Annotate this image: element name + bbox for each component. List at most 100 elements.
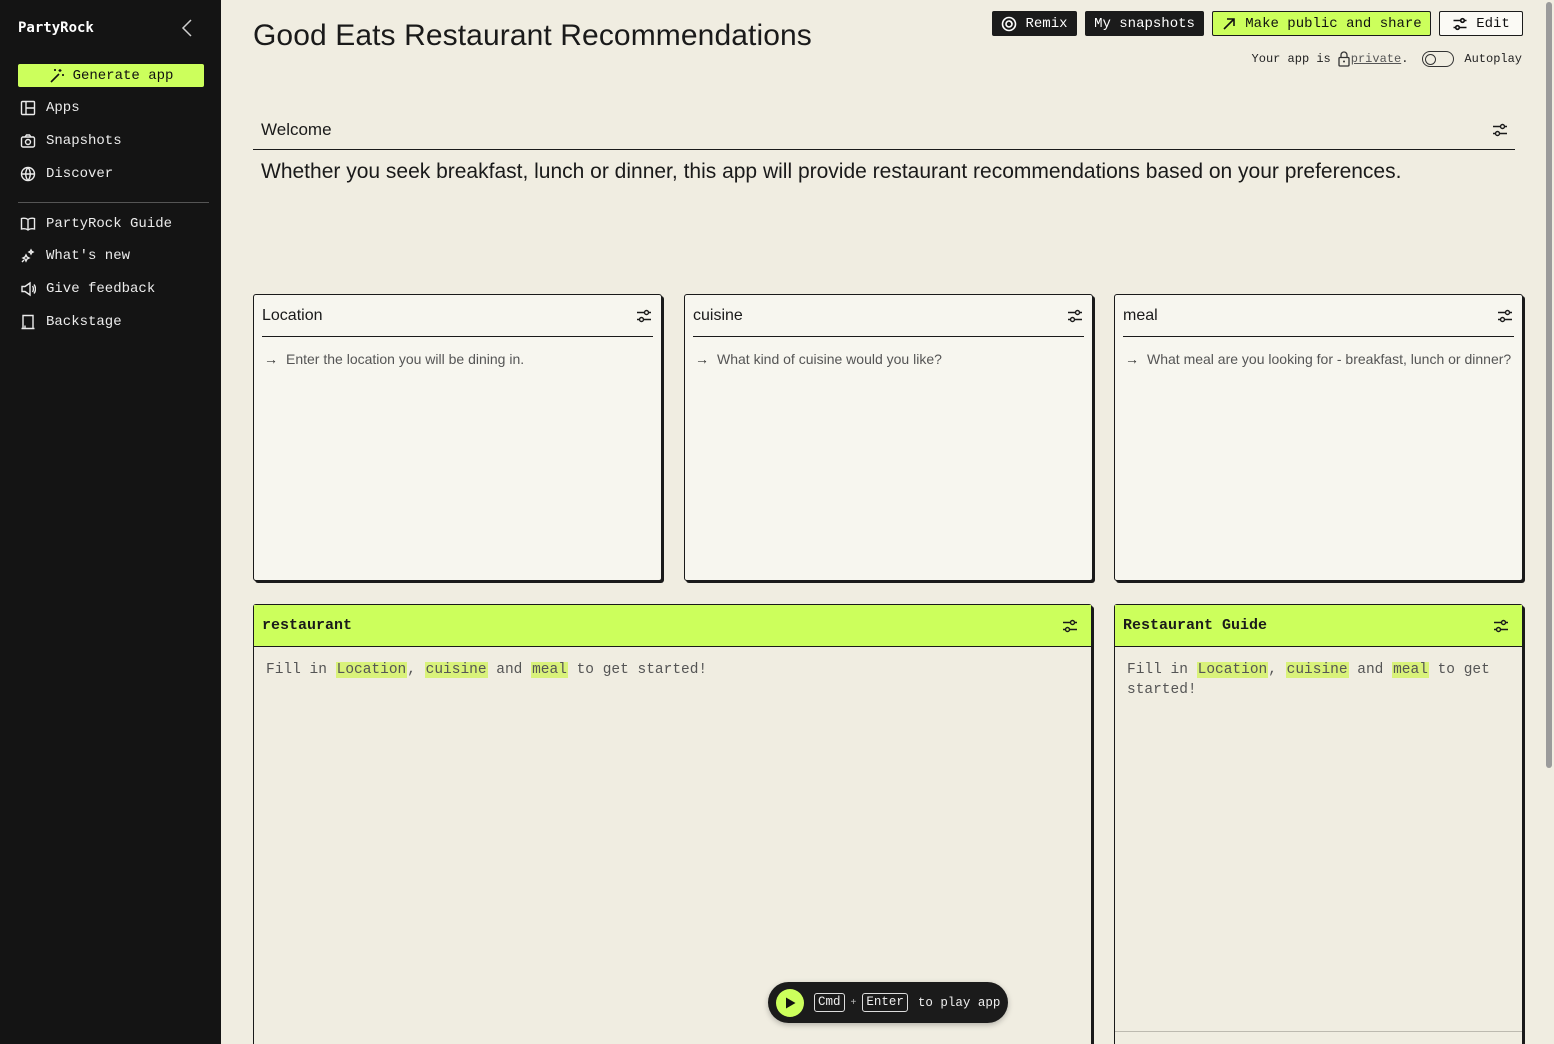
remix-icon — [1002, 16, 1017, 31]
widget-header: Restaurant Guide — [1115, 605, 1522, 647]
sidebar-item-give-feedback[interactable]: Give feedback — [20, 278, 155, 300]
scrollbar-thumb[interactable] — [1546, 2, 1552, 768]
widget-settings-button[interactable] — [1491, 121, 1509, 139]
status-prefix: Your app is — [1251, 52, 1331, 66]
status-suffix: . — [1401, 52, 1409, 66]
input-reference: cuisine — [424, 662, 488, 678]
sidebar-item-apps[interactable]: Apps — [20, 97, 80, 119]
remix-button[interactable]: Remix — [992, 11, 1077, 36]
widget-title: cuisine — [693, 306, 743, 324]
sidebar-item-label: Discover — [46, 166, 114, 182]
megaphone-icon — [21, 281, 36, 297]
location-input-field[interactable]: → Enter the location you will be dining … — [254, 337, 661, 381]
globe-icon — [20, 166, 36, 182]
autoplay-label: Autoplay — [1464, 52, 1522, 66]
placeholder-text: Fill in — [266, 662, 327, 678]
sidebar-item-discover[interactable]: Discover — [20, 163, 113, 185]
placeholder-text: , — [1268, 662, 1277, 678]
sidebar-item-partyrock-guide[interactable]: PartyRock Guide — [20, 213, 172, 235]
meal-input-widget: meal → What meal are you looking for - b… — [1114, 294, 1523, 581]
meal-input-field[interactable]: → What meal are you looking for - breakf… — [1115, 337, 1522, 381]
widget-settings-button[interactable] — [1496, 307, 1514, 325]
sidebar-item-snapshots[interactable]: Snapshots — [20, 130, 122, 152]
sparkle-icon — [21, 248, 35, 263]
sidebar-item-backstage[interactable]: Backstage — [20, 311, 122, 333]
play-button[interactable] — [776, 988, 804, 1017]
widget-header: Location — [262, 295, 653, 337]
restaurant-guide-output-widget: Restaurant Guide Fill in Location, cuisi… — [1114, 604, 1523, 1044]
widget-settings-button[interactable] — [1061, 617, 1079, 635]
placeholder-text: and — [496, 662, 523, 678]
input-placeholder: What kind of cuisine would you like? — [717, 351, 942, 367]
widget-title: restaurant — [262, 617, 353, 634]
welcome-widget: Welcome Whether you seek breakfast, lunc… — [253, 110, 1523, 184]
make-public-share-button[interactable]: Make public and share — [1212, 11, 1431, 36]
app-status-row: Your app is private. Autoplay — [1252, 51, 1522, 67]
placeholder-text: Fill in — [1127, 662, 1188, 678]
page-title: Good Eats Restaurant Recommendations — [253, 19, 812, 52]
arrow-up-right-icon — [1223, 17, 1236, 30]
welcome-text: Whether you seek breakfast, lunch or din… — [261, 160, 1402, 183]
sidebar-item-label: PartyRock Guide — [46, 216, 173, 232]
private-link[interactable]: private — [1351, 52, 1401, 66]
my-snapshots-button[interactable]: My snapshots — [1085, 11, 1204, 36]
sidebar: PartyRock Generate app Apps Snapshots Di… — [0, 0, 221, 1044]
plus-sign: + — [850, 997, 857, 1008]
sidebar-item-label: Snapshots — [46, 133, 122, 149]
input-placeholder: What meal are you looking for - breakfas… — [1147, 351, 1512, 367]
arrow-right-icon: → — [695, 351, 709, 367]
chevron-left-icon — [181, 19, 192, 37]
layout-icon — [20, 100, 36, 116]
sliders-icon — [1068, 309, 1082, 322]
input-reference: meal — [531, 662, 568, 678]
play-app-label: to play app — [917, 995, 1001, 1010]
widget-header: meal — [1123, 295, 1514, 337]
welcome-header: Welcome — [253, 110, 1515, 150]
widget-title: Location — [262, 306, 323, 324]
sidebar-item-label: Give feedback — [46, 281, 156, 297]
widget-settings-button[interactable] — [1492, 617, 1510, 635]
location-input-widget: Location → Enter the location you will b… — [253, 294, 662, 581]
input-placeholder: Enter the location you will be dining in… — [286, 351, 525, 367]
widget-settings-button[interactable] — [1066, 307, 1084, 325]
backstage-icon — [21, 314, 35, 330]
collapse-sidebar-button[interactable] — [178, 18, 196, 38]
output-placeholder: Fill in Location, cuisine and meal to ge… — [1115, 647, 1522, 713]
sliders-icon — [637, 309, 651, 322]
restaurant-output-widget: restaurant Fill in Location, cuisine and… — [253, 604, 1092, 1044]
my-snapshots-label: My snapshots — [1094, 15, 1195, 32]
sidebar-item-label: Apps — [46, 100, 80, 116]
book-icon — [20, 217, 36, 231]
cuisine-input-field[interactable]: → What kind of cuisine would you like? — [685, 337, 1092, 381]
cmd-key: Cmd — [814, 993, 845, 1012]
sidebar-item-whats-new[interactable]: What's new — [20, 245, 130, 267]
arrow-right-icon: → — [264, 351, 278, 367]
widget-header: restaurant — [254, 605, 1091, 647]
page-scrollbar[interactable] — [1544, 0, 1554, 1044]
edit-label: Edit — [1476, 15, 1510, 32]
sliders-icon — [1063, 619, 1077, 632]
input-reference: meal — [1392, 662, 1429, 678]
placeholder-text: and — [1357, 662, 1384, 678]
camera-icon — [20, 134, 36, 148]
sliders-icon — [1493, 123, 1507, 136]
generate-app-button[interactable]: Generate app — [18, 64, 204, 87]
placeholder-text: to get started! — [576, 662, 708, 678]
generate-app-label: Generate app — [72, 67, 174, 84]
magic-wand-icon — [50, 68, 64, 83]
sliders-icon — [1453, 17, 1467, 30]
play-app-bar[interactable]: Cmd + Enter to play app — [768, 982, 1008, 1023]
input-reference: cuisine — [1285, 662, 1349, 678]
input-reference: Location — [1196, 662, 1269, 678]
make-public-share-label: Make public and share — [1245, 15, 1422, 32]
lock-icon — [1338, 51, 1350, 67]
output-placeholder: Fill in Location, cuisine and meal to ge… — [254, 647, 1091, 693]
edit-button[interactable]: Edit — [1439, 11, 1523, 36]
widget-title: meal — [1123, 306, 1158, 324]
app-logo[interactable]: PartyRock — [18, 20, 94, 36]
input-reference: Location — [335, 662, 408, 678]
widget-settings-button[interactable] — [635, 307, 653, 325]
widget-title: Restaurant Guide — [1123, 617, 1268, 634]
remix-label: Remix — [1025, 15, 1068, 32]
autoplay-toggle[interactable] — [1422, 51, 1455, 67]
